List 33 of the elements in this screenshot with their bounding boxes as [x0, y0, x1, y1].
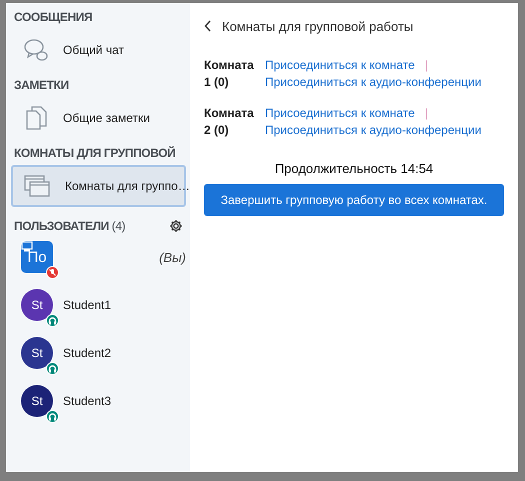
join-room-link[interactable]: Присоединиться к комнате [265, 105, 415, 122]
join-audio-link[interactable]: Присоединиться к аудио-конференции [265, 122, 482, 139]
duration-text: Продолжительность 14:54 [274, 161, 434, 176]
user-row[interactable]: St Student3 [6, 377, 190, 425]
user-row[interactable]: St Student2 [6, 329, 190, 377]
sidebar-item[interactable]: Общий чат [11, 29, 186, 71]
user-row[interactable]: St Student1 [6, 281, 190, 329]
back-icon [204, 20, 212, 32]
panel-title: Комнаты для групповой работы [222, 18, 414, 34]
join-room-link[interactable]: Присоединиться к комнате [265, 57, 415, 74]
sidebar-item[interactable]: Комнаты для группо… [11, 165, 186, 207]
user-row[interactable]: По (Вы) [6, 233, 190, 281]
user-name: Student1 [63, 298, 112, 312]
section-heading: СООБЩЕНИЯ [14, 10, 92, 25]
sidebar-item[interactable]: Общие заметки [11, 97, 186, 139]
user-name: Student3 [63, 394, 112, 408]
chat-icon [23, 38, 49, 62]
windows-icon [23, 173, 51, 199]
room-name: Комната 1 (0) [204, 57, 255, 91]
join-audio-link[interactable]: Присоединиться к аудио-конференции [265, 74, 482, 91]
user-tag: (Вы) [159, 250, 190, 264]
avatar: St [21, 385, 53, 417]
settings-icon [169, 219, 183, 233]
section-heading: КОМНАТЫ ДЛЯ ГРУППОВОЙ [14, 146, 176, 161]
room-name: Комната 2 (0) [204, 105, 255, 139]
user-name: Student2 [63, 346, 112, 360]
section-heading: ЗАМЕТКИ [14, 78, 69, 93]
avatar: St [21, 337, 53, 369]
separator: | [424, 105, 428, 122]
avatar: St [21, 289, 53, 321]
section-heading: ПОЛЬЗОВАТЕЛИ (4) [14, 219, 126, 233]
end-breakouts-button[interactable]: Завершить групповую работу во всех комнатах. [204, 184, 504, 216]
separator: | [424, 57, 428, 74]
